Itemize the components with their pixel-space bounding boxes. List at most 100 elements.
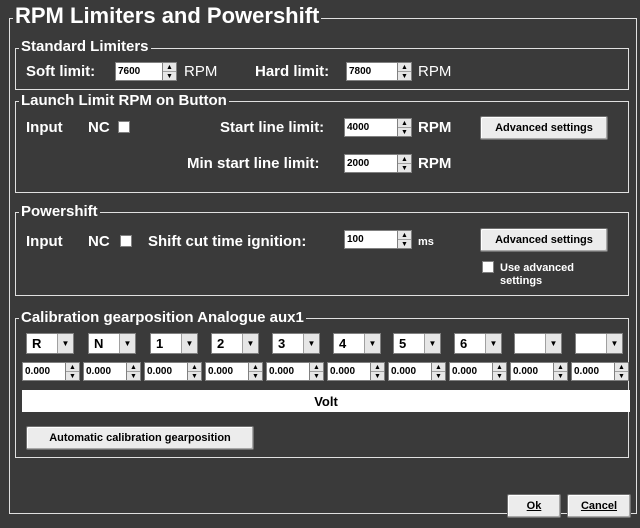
- chevron-down-icon[interactable]: ▼: [181, 334, 197, 353]
- gear-combo-4[interactable]: 2 ▼: [211, 333, 259, 354]
- spin-up-icon[interactable]: ▲: [127, 363, 140, 371]
- spin-up-icon[interactable]: ▲: [66, 363, 79, 371]
- hard-limit-label: Hard limit:: [255, 63, 330, 80]
- dialog-title: RPM Limiters and Powershift: [13, 3, 322, 28]
- spin-down-icon[interactable]: ▼: [398, 71, 411, 80]
- powershift-nc-checkbox[interactable]: [120, 235, 132, 247]
- launch-limit-title: Launch Limit RPM on Button: [19, 92, 229, 109]
- spin-down-icon[interactable]: ▼: [398, 127, 411, 136]
- volt-unit-label: Volt: [22, 390, 630, 412]
- spin-up-icon[interactable]: ▲: [188, 363, 201, 371]
- chevron-down-icon[interactable]: ▼: [364, 334, 380, 353]
- min-start-line-value[interactable]: 2000: [345, 155, 397, 172]
- spin-down-icon[interactable]: ▼: [66, 371, 79, 380]
- chevron-down-icon[interactable]: ▼: [242, 334, 258, 353]
- chevron-down-icon[interactable]: ▼: [119, 334, 135, 353]
- volt-spinner-10[interactable]: 0.000 ▲ ▼: [571, 362, 629, 381]
- soft-limit-value[interactable]: 7600: [116, 63, 162, 80]
- volt-value[interactable]: 0.000: [84, 363, 126, 380]
- automatic-calibration-button[interactable]: Automatic calibration gearposition: [26, 426, 254, 450]
- spin-up-icon[interactable]: ▲: [371, 363, 384, 371]
- start-line-label: Start line limit:: [220, 119, 325, 136]
- spin-up-icon[interactable]: ▲: [163, 63, 176, 71]
- spin-down-icon[interactable]: ▼: [398, 239, 411, 248]
- chevron-down-icon[interactable]: ▼: [606, 334, 622, 353]
- hard-limit-spinner[interactable]: 7800 ▲ ▼: [346, 62, 412, 81]
- volt-value[interactable]: 0.000: [328, 363, 370, 380]
- volt-value[interactable]: 0.000: [389, 363, 431, 380]
- chevron-down-icon[interactable]: ▼: [424, 334, 440, 353]
- start-line-value[interactable]: 4000: [345, 119, 397, 136]
- spin-up-icon[interactable]: ▲: [432, 363, 445, 371]
- volt-value[interactable]: 0.000: [206, 363, 248, 380]
- volt-spinner-9[interactable]: 0.000 ▲ ▼: [510, 362, 568, 381]
- volt-value[interactable]: 0.000: [267, 363, 309, 380]
- start-line-spinner[interactable]: 4000 ▲ ▼: [344, 118, 412, 137]
- volt-spinner-1[interactable]: 0.000 ▲ ▼: [22, 362, 80, 381]
- powershift-advanced-settings-button[interactable]: Advanced settings: [480, 228, 608, 252]
- spin-down-icon[interactable]: ▼: [493, 371, 506, 380]
- spin-up-icon[interactable]: ▲: [398, 119, 411, 127]
- volt-spinner-8[interactable]: 0.000 ▲ ▼: [449, 362, 507, 381]
- volt-spinner-4[interactable]: 0.000 ▲ ▼: [205, 362, 263, 381]
- launch-nc-checkbox[interactable]: [118, 121, 130, 133]
- spin-up-icon[interactable]: ▲: [398, 231, 411, 239]
- gear-combo-9[interactable]: ▼: [514, 333, 562, 354]
- soft-limit-spinner[interactable]: 7600 ▲ ▼: [115, 62, 177, 81]
- gear-value: 5: [399, 336, 407, 351]
- chevron-down-icon[interactable]: ▼: [303, 334, 319, 353]
- spin-up-icon[interactable]: ▲: [554, 363, 567, 371]
- launch-nc-label: NC: [88, 119, 110, 136]
- spin-down-icon[interactable]: ▼: [615, 371, 628, 380]
- spin-down-icon[interactable]: ▼: [371, 371, 384, 380]
- spin-down-icon[interactable]: ▼: [554, 371, 567, 380]
- spin-down-icon[interactable]: ▼: [310, 371, 323, 380]
- volt-spinner-3[interactable]: 0.000 ▲ ▼: [144, 362, 202, 381]
- spin-up-icon[interactable]: ▲: [249, 363, 262, 371]
- volt-spinner-6[interactable]: 0.000 ▲ ▼: [327, 362, 385, 381]
- hard-limit-value[interactable]: 7800: [347, 63, 397, 80]
- chevron-down-icon[interactable]: ▼: [485, 334, 501, 353]
- launch-advanced-settings-button[interactable]: Advanced settings: [480, 116, 608, 140]
- spin-up-icon[interactable]: ▲: [493, 363, 506, 371]
- cancel-button[interactable]: Cancel: [567, 494, 631, 518]
- chevron-down-icon[interactable]: ▼: [57, 334, 73, 353]
- spin-down-icon[interactable]: ▼: [432, 371, 445, 380]
- gear-combo-3[interactable]: 1 ▼: [150, 333, 198, 354]
- volt-value[interactable]: 0.000: [145, 363, 187, 380]
- volt-value[interactable]: 0.000: [511, 363, 553, 380]
- gear-combo-10[interactable]: ▼: [575, 333, 623, 354]
- volt-value[interactable]: 0.000: [572, 363, 614, 380]
- gear-combo-7[interactable]: 5 ▼: [393, 333, 441, 354]
- powershift-title: Powershift: [19, 203, 100, 220]
- gear-combo-8[interactable]: 6 ▼: [454, 333, 502, 354]
- gear-combo-2[interactable]: N ▼: [88, 333, 136, 354]
- spin-up-icon[interactable]: ▲: [310, 363, 323, 371]
- spin-down-icon[interactable]: ▼: [127, 371, 140, 380]
- use-advanced-checkbox[interactable]: [482, 261, 494, 273]
- ok-label: Ok: [526, 500, 542, 512]
- spin-down-icon[interactable]: ▼: [188, 371, 201, 380]
- volt-value[interactable]: 0.000: [23, 363, 65, 380]
- spin-down-icon[interactable]: ▼: [398, 163, 411, 172]
- spin-down-icon[interactable]: ▼: [163, 71, 176, 80]
- spin-up-icon[interactable]: ▲: [398, 155, 411, 163]
- chevron-down-icon[interactable]: ▼: [545, 334, 561, 353]
- spin-up-icon[interactable]: ▲: [615, 363, 628, 371]
- gear-combo-1[interactable]: R ▼: [26, 333, 74, 354]
- shift-cut-spinner[interactable]: 100 ▲ ▼: [344, 230, 412, 249]
- volt-spinner-5[interactable]: 0.000 ▲ ▼: [266, 362, 324, 381]
- shift-cut-value[interactable]: 100: [345, 231, 397, 248]
- volt-value[interactable]: 0.000: [450, 363, 492, 380]
- gear-value: 4: [339, 336, 347, 351]
- min-start-line-label: Min start line limit:: [187, 155, 320, 172]
- spin-down-icon[interactable]: ▼: [249, 371, 262, 380]
- min-start-line-spinner[interactable]: 2000 ▲ ▼: [344, 154, 412, 173]
- volt-spinner-7[interactable]: 0.000 ▲ ▼: [388, 362, 446, 381]
- spin-up-icon[interactable]: ▲: [398, 63, 411, 71]
- volt-spinner-2[interactable]: 0.000 ▲ ▼: [83, 362, 141, 381]
- gear-combo-5[interactable]: 3 ▼: [272, 333, 320, 354]
- ok-button[interactable]: Ok: [507, 494, 561, 518]
- gear-value: 3: [278, 336, 286, 351]
- gear-combo-6[interactable]: 4 ▼: [333, 333, 381, 354]
